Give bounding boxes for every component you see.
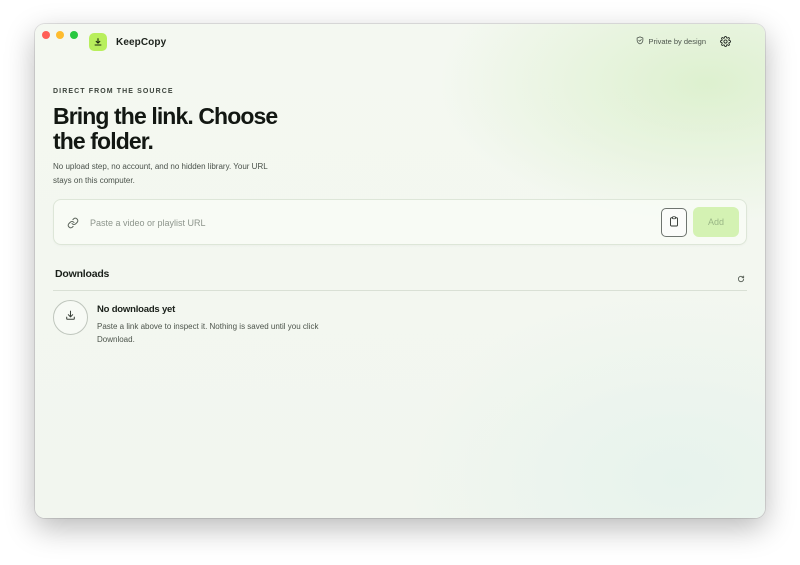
hero-eyebrow: DIRECT FROM THE SOURCE <box>53 88 174 95</box>
downloads-divider <box>53 290 747 291</box>
add-button[interactable]: Add <box>693 207 739 237</box>
gear-icon[interactable] <box>720 36 731 47</box>
minimize-window-button[interactable] <box>56 31 64 39</box>
empty-state-title: No downloads yet <box>97 304 176 315</box>
privacy-label: Private by design <box>648 37 706 46</box>
shield-icon <box>636 36 644 47</box>
empty-state-icon <box>53 300 88 335</box>
empty-state-description: Paste a link above to inspect it. Nothin… <box>97 322 319 344</box>
download-icon <box>89 33 107 51</box>
refresh-icon[interactable] <box>737 270 745 288</box>
url-input[interactable] <box>90 212 650 234</box>
link-icon <box>67 216 79 234</box>
downloads-title: Downloads <box>55 268 110 280</box>
hero-subtext: No upload step, no account, and no hidde… <box>53 162 268 185</box>
app-brand: KeepCopy <box>89 33 166 51</box>
app-name: KeepCopy <box>116 36 167 48</box>
page-title: Bring the link. Choose the folder. <box>53 103 278 154</box>
clipboard-icon <box>669 215 679 230</box>
url-bar: Add <box>53 199 747 245</box>
app-window: KeepCopy Private by design DIRECT FROM T… <box>35 24 765 518</box>
privacy-badge: Private by design <box>636 36 706 47</box>
close-window-button[interactable] <box>42 31 50 39</box>
download-icon <box>64 309 77 327</box>
window-controls <box>42 31 78 39</box>
paste-button[interactable] <box>661 208 687 237</box>
header-actions: Private by design <box>636 36 731 47</box>
zoom-window-button[interactable] <box>70 31 78 39</box>
